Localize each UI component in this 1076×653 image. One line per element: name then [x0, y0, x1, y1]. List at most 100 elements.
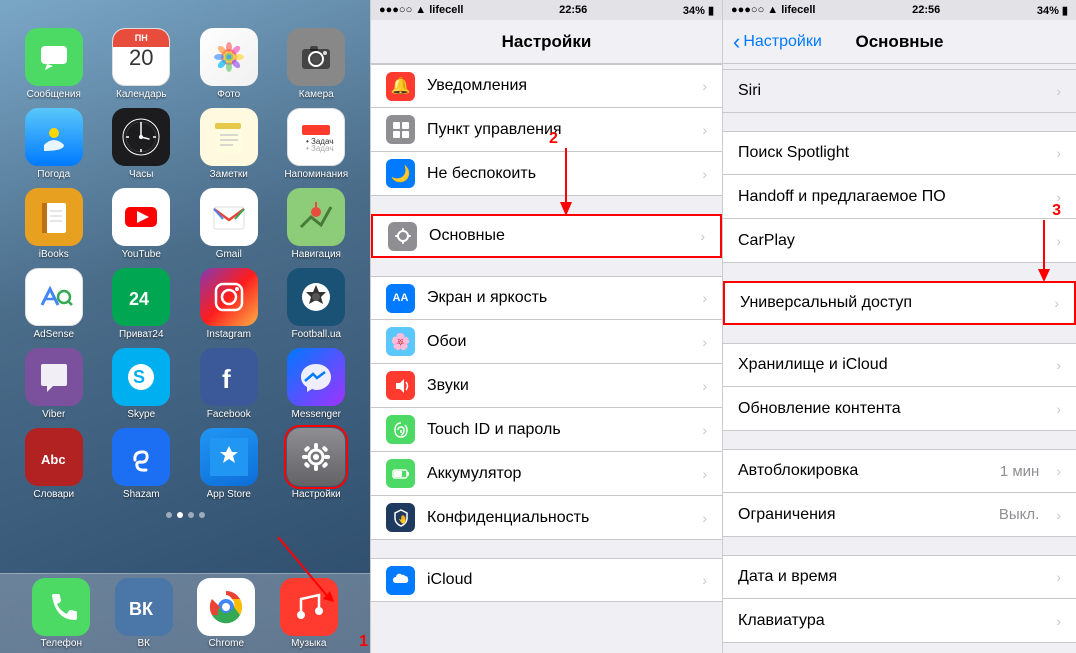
general-cell-handoff[interactable]: Handoff и предлагаемое ПО ›	[723, 175, 1076, 219]
settings-cell-controlcenter[interactable]: Пункт управления ›	[371, 108, 722, 152]
app-gmail[interactable]: Gmail	[189, 188, 269, 260]
general-section-lock: Автоблокировка 1 мин › Ограничения Выкл.…	[723, 449, 1076, 537]
dock-vk[interactable]: ВК ВК	[115, 578, 173, 649]
app-settings-label: Настройки	[292, 489, 341, 500]
dock-phone[interactable]: Телефон	[32, 578, 90, 649]
wallpaper-label: Обои	[427, 333, 690, 351]
back-label: Настройки	[743, 33, 821, 51]
datetime-chevron: ›	[1056, 569, 1061, 585]
app-slovari[interactable]: Abc Словари	[14, 428, 94, 500]
app-shazam-label: Shazam	[123, 489, 160, 500]
settings-cell-touchid[interactable]: Touch ID и пароль ›	[371, 408, 722, 452]
app-adsense[interactable]: AdSense	[14, 268, 94, 340]
general-cell-storage[interactable]: Хранилище и iCloud ›	[723, 343, 1076, 387]
page-dots	[10, 508, 360, 522]
app-skype[interactable]: S Skype	[102, 348, 182, 420]
dock-vk-icon: ВК	[115, 578, 173, 636]
notifications-label: Уведомления	[427, 77, 690, 95]
app-calendar[interactable]: ПН 20 Календарь	[102, 28, 182, 100]
app-notes[interactable]: Заметки	[189, 108, 269, 180]
touchid-label: Touch ID и пароль	[427, 421, 690, 439]
general-cell-accessibility[interactable]: Универсальный доступ ›	[723, 281, 1076, 325]
storage-label: Хранилище и iCloud	[738, 356, 1044, 374]
carplay-chevron: ›	[1056, 233, 1061, 249]
general-cell-restrictions[interactable]: Ограничения Выкл. ›	[723, 493, 1076, 537]
app-viber[interactable]: Viber	[14, 348, 94, 420]
app-reminders[interactable]: • Задача 1 • Задача 2 Напоминания	[277, 108, 357, 180]
general-cell-bgrefresh[interactable]: Обновление контента ›	[723, 387, 1076, 431]
app-ibooks[interactable]: iBooks	[14, 188, 94, 260]
app-clock[interactable]: Часы	[102, 108, 182, 180]
back-arrow-icon: ‹	[733, 31, 740, 53]
carplay-label: CarPlay	[738, 232, 1044, 250]
donotdisturb-icon: 🌙	[386, 159, 415, 188]
phone2-settings: ●●●○○ ▲ lifecell 22:56 34% ▮ Настройки 🔔…	[370, 0, 723, 653]
app-messages-icon	[25, 28, 83, 86]
app-calendar-label: Календарь	[116, 89, 166, 100]
app-settings[interactable]: Настройки	[277, 428, 357, 500]
app-calendar-icon: ПН 20	[112, 28, 170, 86]
dock-chrome[interactable]: Chrome	[197, 578, 255, 649]
app-appstore-label: App Store	[207, 489, 251, 500]
wallpaper-chevron: ›	[702, 334, 707, 350]
section-gap-2	[371, 258, 722, 276]
general-cell-datetime[interactable]: Дата и время ›	[723, 555, 1076, 599]
back-button[interactable]: ‹ Настройки	[733, 31, 822, 53]
app-slovari-icon: Abc	[25, 428, 83, 486]
app-appstore[interactable]: App Store	[189, 428, 269, 500]
app-ibooks-label: iBooks	[39, 249, 69, 260]
gap-5	[723, 537, 1076, 555]
app-camera-icon	[287, 28, 345, 86]
dock-phone-label: Телефон	[41, 638, 82, 649]
settings-cell-general[interactable]: Основные ›	[371, 214, 722, 258]
settings-cell-battery[interactable]: Аккумулятор ›	[371, 452, 722, 496]
app-facebook[interactable]: f Facebook	[189, 348, 269, 420]
spotlight-chevron: ›	[1056, 145, 1061, 161]
general-section-2: Поиск Spotlight › Handoff и предлагаемое…	[723, 131, 1076, 263]
app-messages[interactable]: Сообщения	[14, 28, 94, 100]
status-battery-2: 34% ▮	[683, 4, 714, 17]
status-carrier-2: ●●●○○ ▲ lifecell	[379, 4, 464, 16]
app-shazam[interactable]: Shazam	[102, 428, 182, 500]
app-gmail-icon	[200, 188, 258, 246]
app-football[interactable]: Football.ua	[277, 268, 357, 340]
settings-section-display: AA Экран и яркость › 🌸 Обои › Звуки ›	[371, 276, 722, 540]
settings-section-icloud: iCloud ›	[371, 558, 722, 602]
general-cell-spotlight[interactable]: Поиск Spotlight ›	[723, 131, 1076, 175]
app-youtube-icon	[112, 188, 170, 246]
settings-cell-display[interactable]: AA Экран и яркость ›	[371, 276, 722, 320]
app-football-icon	[287, 268, 345, 326]
general-cell-siri[interactable]: Siri ›	[723, 69, 1076, 113]
status-battery-3: 34% ▮	[1037, 4, 1068, 17]
app-camera[interactable]: Камера	[277, 28, 357, 100]
general-cell-carplay[interactable]: CarPlay ›	[723, 219, 1076, 263]
settings-cell-donotdisturb[interactable]: 🌙 Не беспокоить ›	[371, 152, 722, 196]
general-cell-autolock[interactable]: Автоблокировка 1 мин ›	[723, 449, 1076, 493]
app-instagram[interactable]: Instagram	[189, 268, 269, 340]
display-label: Экран и яркость	[427, 289, 690, 307]
app-youtube[interactable]: YouTube	[102, 188, 182, 260]
gap-3	[723, 325, 1076, 343]
dot-4	[199, 512, 205, 518]
settings-cell-privacy[interactable]: 🤚 Конфиденциальность ›	[371, 496, 722, 540]
app-privat24[interactable]: 24 Приват24	[102, 268, 182, 340]
section-gap-3	[371, 540, 722, 558]
privacy-chevron: ›	[702, 510, 707, 526]
app-messenger[interactable]: Messenger	[277, 348, 357, 420]
controlcenter-chevron: ›	[702, 122, 707, 138]
app-maps[interactable]: Навигация	[277, 188, 357, 260]
restrictions-label: Ограничения	[738, 506, 987, 524]
app-weather[interactable]: Погода	[14, 108, 94, 180]
app-photos[interactable]: Фото	[189, 28, 269, 100]
controlcenter-label: Пункт управления	[427, 121, 690, 139]
app-privat24-label: Приват24	[119, 329, 164, 340]
settings-cell-wallpaper[interactable]: 🌸 Обои ›	[371, 320, 722, 364]
settings-cell-sounds[interactable]: Звуки ›	[371, 364, 722, 408]
app-notes-icon	[200, 108, 258, 166]
settings-cell-notifications[interactable]: 🔔 Уведомления ›	[371, 64, 722, 108]
bgrefresh-label: Обновление контента	[738, 400, 1044, 418]
dock-music[interactable]: Музыка	[280, 578, 338, 649]
general-cell-keyboard[interactable]: Клавиатура ›	[723, 599, 1076, 643]
settings-cell-icloud[interactable]: iCloud ›	[371, 558, 722, 602]
status-bar-3: ●●●○○ ▲ lifecell 22:56 34% ▮	[723, 0, 1076, 20]
